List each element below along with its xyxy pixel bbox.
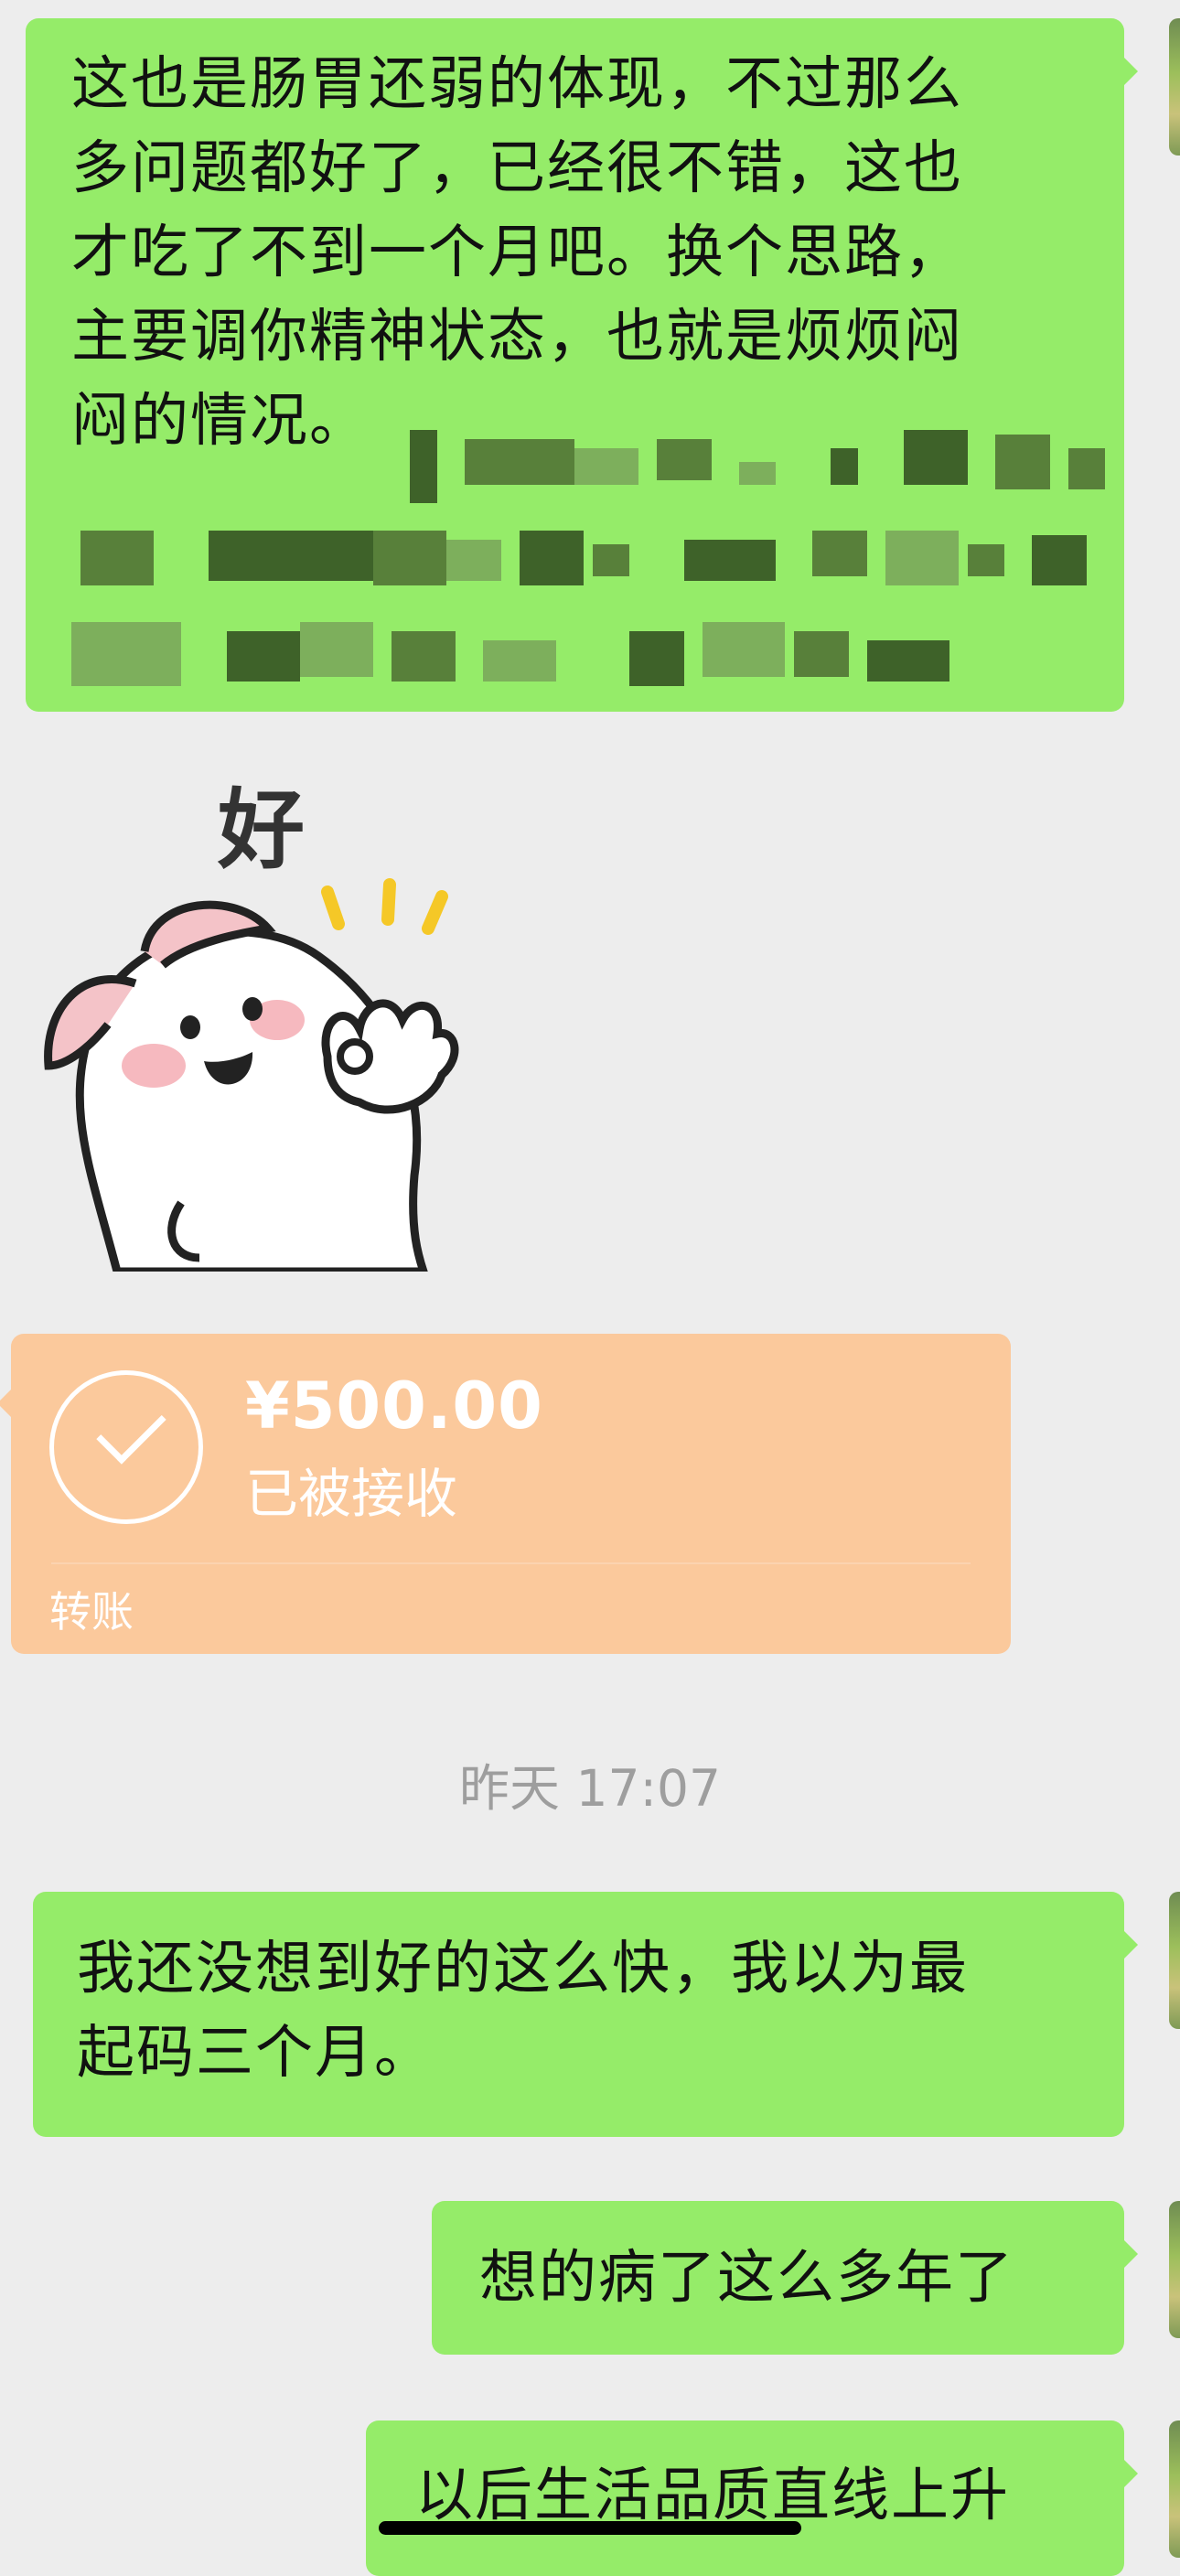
- transfer-amount: ¥500.00: [245, 1368, 543, 1444]
- avatar[interactable]: [1169, 1892, 1180, 2029]
- bubble-tail: [1123, 57, 1138, 86]
- home-indicator[interactable]: [379, 2521, 801, 2535]
- avatar[interactable]: [1169, 18, 1180, 156]
- bubble-tail: [1123, 2239, 1138, 2269]
- message-text: 这也是肠胃还弱的体现，不过那么 多问题都好了，已经很不错，这也 才吃了不到一个月…: [71, 50, 963, 454]
- avatar[interactable]: [1169, 2201, 1180, 2338]
- message-bubble-sent[interactable]: 这也是肠胃还弱的体现，不过那么 多问题都好了，已经很不错，这也 才吃了不到一个月…: [26, 18, 1138, 712]
- bubble-tail: [1123, 2459, 1138, 2488]
- transfer-label: 转账: [49, 1587, 134, 1637]
- bubble-tail: [1123, 1930, 1138, 1959]
- timestamp: 昨天 17:07: [459, 1759, 721, 1818]
- message-bubble-sent[interactable]: 想的病了这么多年了: [432, 2201, 1138, 2355]
- message-text: 我还没想到好的这么快，我以为最 起码三个月。: [77, 1935, 969, 2086]
- checkmark-icon: [49, 1370, 203, 1524]
- message-text: 想的病了这么多年了: [479, 2244, 1014, 2311]
- transfer-status: 已被接收: [245, 1463, 458, 1525]
- divider: [51, 1562, 971, 1564]
- message-bubble-sent[interactable]: 我还没想到好的这么快，我以为最 起码三个月。: [33, 1892, 1138, 2137]
- ok-hand-bunny-sticker-icon: 好: [44, 780, 459, 1276]
- bubble-tail: [0, 1389, 12, 1418]
- sticker-image[interactable]: 好: [26, 773, 465, 1276]
- message-bubble-sent[interactable]: 以后生活品质直线上升: [366, 2420, 1138, 2576]
- avatar[interactable]: [1169, 2420, 1180, 2558]
- transfer-card[interactable]: ¥500.00 已被接收 转账: [0, 1334, 1011, 1654]
- sticker-caption: 好: [217, 780, 305, 881]
